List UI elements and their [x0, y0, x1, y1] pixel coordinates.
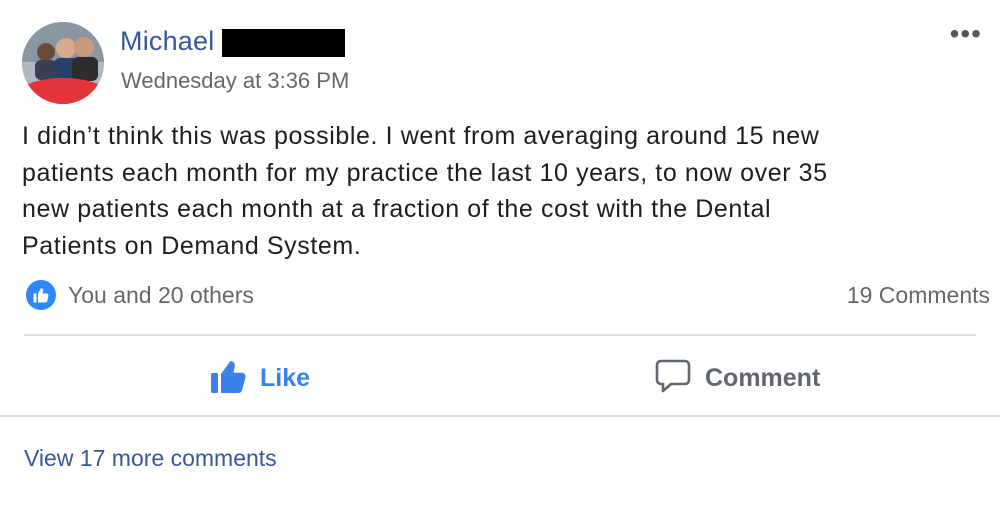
thumbs-up-icon: [24, 278, 58, 312]
view-more-comments-link[interactable]: View 17 more comments: [24, 445, 277, 472]
author-name-link[interactable]: Michael: [120, 26, 214, 57]
post-body-line: new patients each month at a fraction of…: [22, 195, 772, 223]
divider: [24, 334, 976, 336]
post-body-line: patients each month for my practice the …: [22, 158, 828, 187]
comments-count-link[interactable]: 19 Comments: [847, 282, 990, 309]
like-label: Like: [260, 364, 311, 392]
reactions-summary[interactable]: You and 20 others: [24, 278, 254, 312]
like-button[interactable]: Like: [210, 358, 310, 399]
ellipsis-icon: •••: [949, 18, 982, 49]
post-author: Michael: [120, 26, 346, 57]
speech-bubble-icon: [655, 358, 691, 399]
thumbs-up-icon: [210, 358, 248, 399]
post-body: I didn’t think this was possible. I went…: [22, 118, 982, 264]
post-timestamp[interactable]: Wednesday at 3:36 PM: [121, 68, 349, 94]
more-options-button[interactable]: •••: [950, 20, 982, 48]
comment-label: Comment: [705, 364, 821, 392]
post-body-line: Patients on Demand System.: [22, 231, 362, 260]
avatar[interactable]: [22, 22, 104, 104]
reactions-label: You and 20 others: [68, 281, 254, 308]
comment-button[interactable]: Comment: [655, 358, 820, 399]
redaction-bar: [222, 28, 346, 57]
divider: [0, 415, 1000, 417]
post-body-line: I didn’t think this was possible. I went…: [22, 122, 820, 150]
